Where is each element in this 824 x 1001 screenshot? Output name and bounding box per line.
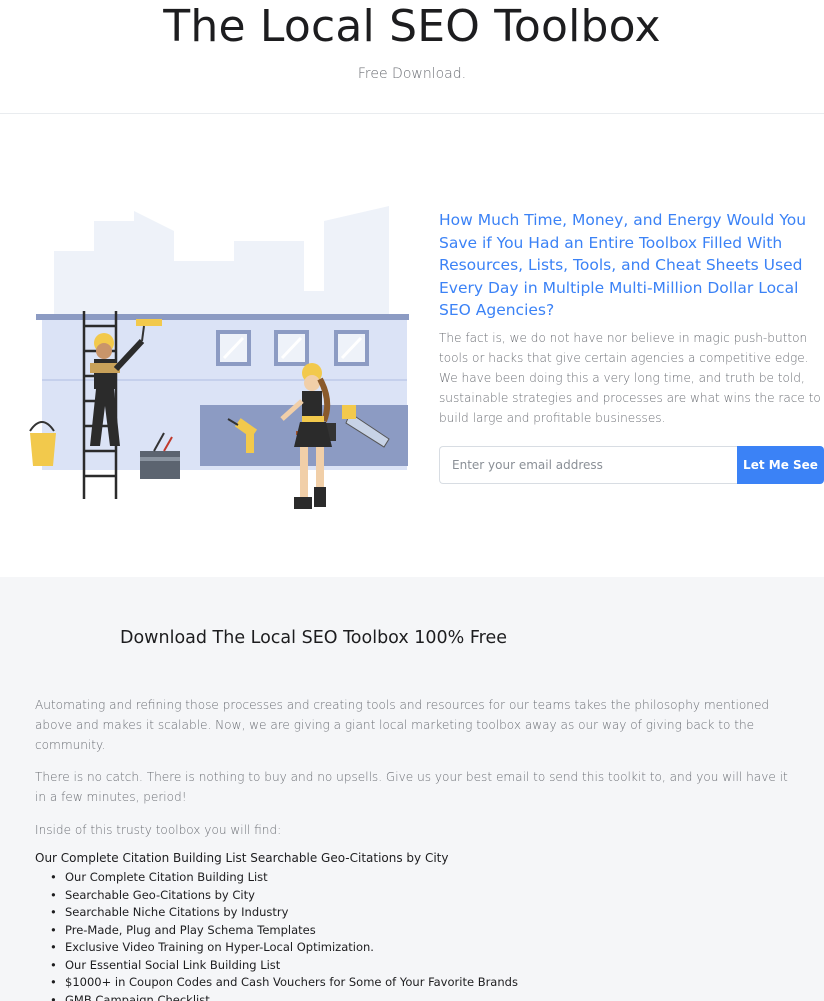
page-header: The Local SEO Toolbox Free Download.	[0, 0, 824, 114]
roof-line	[36, 314, 409, 320]
list-item: Searchable Niche Citations by Industry	[50, 904, 518, 922]
window-icon	[334, 330, 369, 366]
paragraph-no-catch: There is no catch. There is nothing to b…	[35, 770, 788, 804]
list-item: Searchable Geo-Citations by City	[50, 887, 518, 905]
list-item: $1000+ in Coupon Codes and Cash Vouchers…	[50, 974, 518, 992]
paragraph-automation: Automating and refining those processes …	[35, 698, 770, 752]
email-signup-form: Let Me See	[439, 446, 824, 484]
list-item: Exclusive Video Training on Hyper-Local …	[50, 939, 518, 957]
feature-list: Our Complete Citation Building List Sear…	[50, 869, 518, 1001]
page-subtitle: Free Download.	[357, 66, 467, 82]
construction-scene-illustration	[29, 206, 409, 509]
list-item: GMB Campaign Checklist	[50, 992, 518, 1001]
list-item: Pre-Made, Plug and Play Schema Templates	[50, 922, 518, 940]
paragraph-inside: Inside of this trusty toolbox you will f…	[35, 823, 282, 837]
list-item: Our Complete Citation Building List	[50, 869, 518, 887]
list-title: Our Complete Citation Building List Sear…	[35, 851, 449, 865]
download-heading: Download The Local SEO Toolbox 100% Free	[120, 628, 507, 648]
hero-body: The fact is, we do not have nor believe …	[439, 330, 821, 425]
hero-heading: How Much Time, Money, and Energy Would Y…	[439, 211, 807, 319]
hero-section: How Much Time, Money, and Energy Would Y…	[0, 115, 824, 577]
page-title: The Local SEO Toolbox	[163, 1, 661, 52]
window-icon	[216, 330, 251, 366]
email-input[interactable]	[439, 446, 737, 484]
list-item: Our Essential Social Link Building List	[50, 957, 518, 975]
download-section: Download The Local SEO Toolbox 100% Free…	[0, 577, 824, 1001]
window-icon	[274, 330, 309, 366]
hero-text: How Much Time, Money, and Energy Would Y…	[439, 209, 824, 428]
let-me-see-button[interactable]: Let Me See	[737, 446, 824, 484]
